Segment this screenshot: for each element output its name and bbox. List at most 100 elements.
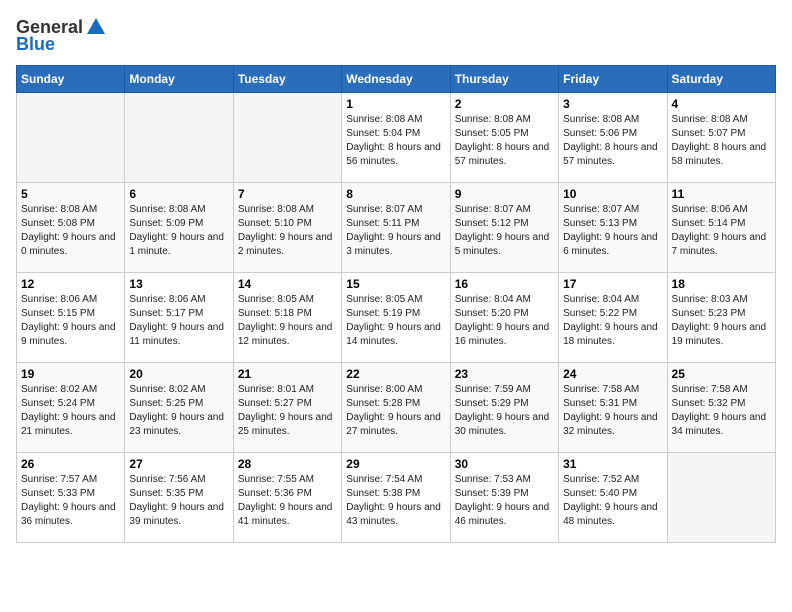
calendar-week-row: 5 Sunrise: 8:08 AMSunset: 5:08 PMDaylight… bbox=[17, 183, 776, 273]
calendar-cell: 27Sunrise: 7:56 AMSunset: 5:35 PMDayligh… bbox=[125, 453, 233, 543]
calendar-cell: 10 Sunrise: 8:07 AMSunset: 5:13 PMDayligh… bbox=[559, 183, 667, 273]
day-number: 19 bbox=[21, 367, 120, 381]
day-info: Sunrise: 8:07 AMSunset: 5:12 PMDaylight:… bbox=[455, 203, 554, 259]
day-number: 31 bbox=[563, 457, 662, 471]
calendar-week-row: 12 Sunrise: 8:06 AMSunset: 5:15 PMDayligh… bbox=[17, 273, 776, 363]
calendar-cell: 20 Sunrise: 8:02 AMSunset: 5:25 PMDayligh… bbox=[125, 363, 233, 453]
calendar-week-row: 1 Sunrise: 8:08 AMSunset: 5:04 PMDaylight… bbox=[17, 93, 776, 183]
day-number: 4 bbox=[672, 97, 771, 111]
day-info: Sunrise: 8:01 AMSunset: 5:27 PMDaylight:… bbox=[238, 383, 337, 439]
day-number: 9 bbox=[455, 187, 554, 201]
day-info: Sunrise: 7:58 AMSunset: 5:32 PMDaylight:… bbox=[672, 383, 771, 439]
day-info: Sunrise: 8:02 AMSunset: 5:25 PMDaylight:… bbox=[129, 383, 228, 439]
calendar-cell: 11 Sunrise: 8:06 AMSunset: 5:14 PMDayligh… bbox=[667, 183, 775, 273]
calendar-cell: 30 Sunrise: 7:53 AMSunset: 5:39 PMDayligh… bbox=[450, 453, 558, 543]
calendar-cell: 9 Sunrise: 8:07 AMSunset: 5:12 PMDaylight… bbox=[450, 183, 558, 273]
day-number: 14 bbox=[238, 277, 337, 291]
weekday-header-sunday: Sunday bbox=[17, 66, 125, 93]
calendar-body: 1 Sunrise: 8:08 AMSunset: 5:04 PMDaylight… bbox=[17, 93, 776, 543]
day-info: Sunrise: 8:05 AMSunset: 5:19 PMDaylight:… bbox=[346, 293, 445, 349]
day-number: 23 bbox=[455, 367, 554, 381]
day-number: 18 bbox=[672, 277, 771, 291]
calendar-cell: 13 Sunrise: 8:06 AMSunset: 5:17 PMDayligh… bbox=[125, 273, 233, 363]
weekday-header-thursday: Thursday bbox=[450, 66, 558, 93]
calendar-cell: 16 Sunrise: 8:04 AMSunset: 5:20 PMDayligh… bbox=[450, 273, 558, 363]
day-number: 16 bbox=[455, 277, 554, 291]
day-number: 5 bbox=[21, 187, 120, 201]
calendar-cell bbox=[125, 93, 233, 183]
calendar-cell: 2 Sunrise: 8:08 AMSunset: 5:05 PMDaylight… bbox=[450, 93, 558, 183]
day-info: Sunrise: 7:55 AMSunset: 5:36 PMDaylight:… bbox=[238, 473, 337, 529]
day-info: Sunrise: 7:54 AMSunset: 5:38 PMDaylight:… bbox=[346, 473, 445, 529]
day-number: 24 bbox=[563, 367, 662, 381]
day-number: 21 bbox=[238, 367, 337, 381]
day-info: Sunrise: 8:06 AMSunset: 5:17 PMDaylight:… bbox=[129, 293, 228, 349]
weekday-header-monday: Monday bbox=[125, 66, 233, 93]
calendar-cell: 21 Sunrise: 8:01 AMSunset: 5:27 PMDayligh… bbox=[233, 363, 341, 453]
day-info: Sunrise: 8:03 AMSunset: 5:23 PMDaylight:… bbox=[672, 293, 771, 349]
calendar-cell: 26 Sunrise: 7:57 AMSunset: 5:33 PMDayligh… bbox=[17, 453, 125, 543]
day-number: 2 bbox=[455, 97, 554, 111]
calendar-cell bbox=[667, 453, 775, 543]
day-info: Sunrise: 8:08 AMSunset: 5:08 PMDaylight:… bbox=[21, 203, 120, 259]
weekday-header-friday: Friday bbox=[559, 66, 667, 93]
day-number: 17 bbox=[563, 277, 662, 291]
day-info: Sunrise: 8:08 AMSunset: 5:07 PMDaylight:… bbox=[672, 113, 771, 169]
day-info: Sunrise: 7:57 AMSunset: 5:33 PMDaylight:… bbox=[21, 473, 120, 529]
day-number: 28 bbox=[238, 457, 337, 471]
calendar-cell: 15 Sunrise: 8:05 AMSunset: 5:19 PMDayligh… bbox=[342, 273, 450, 363]
day-info: Sunrise: 8:07 AMSunset: 5:13 PMDaylight:… bbox=[563, 203, 662, 259]
day-info: Sunrise: 8:04 AMSunset: 5:20 PMDaylight:… bbox=[455, 293, 554, 349]
calendar-cell: 17Sunrise: 8:04 AMSunset: 5:22 PMDayligh… bbox=[559, 273, 667, 363]
day-number: 27 bbox=[129, 457, 228, 471]
day-info: Sunrise: 7:59 AMSunset: 5:29 PMDaylight:… bbox=[455, 383, 554, 439]
day-info: Sunrise: 8:06 AMSunset: 5:14 PMDaylight:… bbox=[672, 203, 771, 259]
weekday-header-row: SundayMondayTuesdayWednesdayThursdayFrid… bbox=[17, 66, 776, 93]
day-info: Sunrise: 8:08 AMSunset: 5:06 PMDaylight:… bbox=[563, 113, 662, 169]
calendar-cell: 19 Sunrise: 8:02 AMSunset: 5:24 PMDayligh… bbox=[17, 363, 125, 453]
calendar-cell: 28 Sunrise: 7:55 AMSunset: 5:36 PMDayligh… bbox=[233, 453, 341, 543]
day-info: Sunrise: 7:53 AMSunset: 5:39 PMDaylight:… bbox=[455, 473, 554, 529]
page-header: General Blue bbox=[16, 16, 776, 55]
day-number: 25 bbox=[672, 367, 771, 381]
calendar-cell: 1 Sunrise: 8:08 AMSunset: 5:04 PMDaylight… bbox=[342, 93, 450, 183]
day-info: Sunrise: 8:02 AMSunset: 5:24 PMDaylight:… bbox=[21, 383, 120, 439]
day-info: Sunrise: 8:00 AMSunset: 5:28 PMDaylight:… bbox=[346, 383, 445, 439]
weekday-header-saturday: Saturday bbox=[667, 66, 775, 93]
calendar-cell: 5 Sunrise: 8:08 AMSunset: 5:08 PMDaylight… bbox=[17, 183, 125, 273]
day-number: 11 bbox=[672, 187, 771, 201]
calendar-cell: 4 Sunrise: 8:08 AMSunset: 5:07 PMDaylight… bbox=[667, 93, 775, 183]
calendar-cell: 23 Sunrise: 7:59 AMSunset: 5:29 PMDayligh… bbox=[450, 363, 558, 453]
calendar-cell: 31 Sunrise: 7:52 AMSunset: 5:40 PMDayligh… bbox=[559, 453, 667, 543]
day-number: 13 bbox=[129, 277, 228, 291]
day-number: 1 bbox=[346, 97, 445, 111]
day-info: Sunrise: 7:58 AMSunset: 5:31 PMDaylight:… bbox=[563, 383, 662, 439]
day-number: 8 bbox=[346, 187, 445, 201]
weekday-header-wednesday: Wednesday bbox=[342, 66, 450, 93]
day-number: 22 bbox=[346, 367, 445, 381]
calendar-cell: 3 Sunrise: 8:08 AMSunset: 5:06 PMDaylight… bbox=[559, 93, 667, 183]
day-number: 20 bbox=[129, 367, 228, 381]
day-number: 15 bbox=[346, 277, 445, 291]
day-info: Sunrise: 8:08 AMSunset: 5:05 PMDaylight:… bbox=[455, 113, 554, 169]
calendar-table: SundayMondayTuesdayWednesdayThursdayFrid… bbox=[16, 65, 776, 543]
calendar-cell: 29Sunrise: 7:54 AMSunset: 5:38 PMDayligh… bbox=[342, 453, 450, 543]
day-number: 26 bbox=[21, 457, 120, 471]
day-number: 10 bbox=[563, 187, 662, 201]
calendar-week-row: 26 Sunrise: 7:57 AMSunset: 5:33 PMDayligh… bbox=[17, 453, 776, 543]
day-info: Sunrise: 8:06 AMSunset: 5:15 PMDaylight:… bbox=[21, 293, 120, 349]
day-info: Sunrise: 7:52 AMSunset: 5:40 PMDaylight:… bbox=[563, 473, 662, 529]
day-number: 6 bbox=[129, 187, 228, 201]
day-info: Sunrise: 8:08 AMSunset: 5:10 PMDaylight:… bbox=[238, 203, 337, 259]
day-number: 3 bbox=[563, 97, 662, 111]
day-number: 30 bbox=[455, 457, 554, 471]
day-info: Sunrise: 8:07 AMSunset: 5:11 PMDaylight:… bbox=[346, 203, 445, 259]
logo-arrow-icon bbox=[85, 16, 107, 38]
day-info: Sunrise: 8:08 AMSunset: 5:04 PMDaylight:… bbox=[346, 113, 445, 169]
day-info: Sunrise: 8:05 AMSunset: 5:18 PMDaylight:… bbox=[238, 293, 337, 349]
day-number: 12 bbox=[21, 277, 120, 291]
calendar-cell: 18 Sunrise: 8:03 AMSunset: 5:23 PMDayligh… bbox=[667, 273, 775, 363]
day-number: 7 bbox=[238, 187, 337, 201]
calendar-cell: 25 Sunrise: 7:58 AMSunset: 5:32 PMDayligh… bbox=[667, 363, 775, 453]
calendar-cell: 14 Sunrise: 8:05 AMSunset: 5:18 PMDayligh… bbox=[233, 273, 341, 363]
